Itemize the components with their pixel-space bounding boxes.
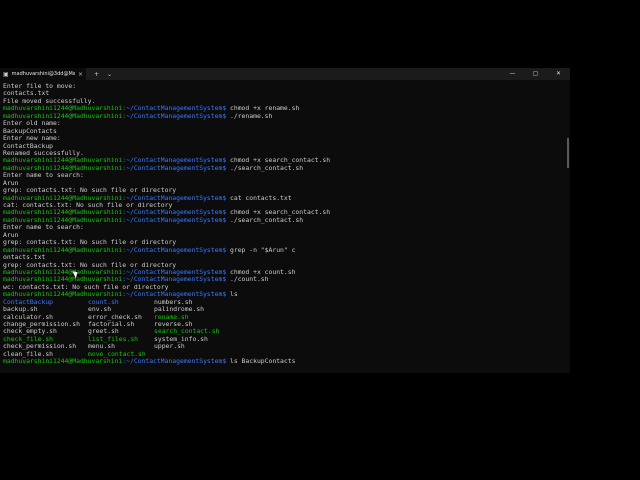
ls-row: calculator.sh error_check.sh rename.sh (3, 313, 562, 321)
tab-title: madhuvarshini@3dd@Madhuv (11, 71, 75, 77)
command-text: ./search_contact.sh (226, 215, 304, 224)
command-line: madhuvarshini1244@Madhuvarshini:~/Contac… (3, 111, 562, 120)
output-line: Enter name to search: (3, 223, 84, 232)
ls-row: check_permission.sh menu.sh upper.sh (3, 342, 562, 351)
command-line: madhuvarshini1244@Madhuvarshini:~/Contac… (3, 291, 562, 298)
terminal-window: ▣ madhuvarshini@3dd@Madhuv × + ⌄ — ▢ ✕ E… (0, 68, 570, 373)
command-text: ./search_contact.sh (226, 163, 304, 172)
output-line: BackupContacts (3, 126, 57, 135)
new-tab-button[interactable]: + (94, 71, 99, 78)
command-line: madhuvarshini1244@Madhuvarshini:~/Contac… (3, 245, 562, 254)
output-line: Enter new name: (3, 134, 61, 143)
scrollbar[interactable] (567, 138, 569, 168)
output-line: Enter file to move: (3, 82, 77, 90)
command-text: ls (226, 290, 238, 299)
prompt-path: :~/ContactManagementSystem$ (122, 215, 227, 224)
terminal-output[interactable]: Enter file to move: contacts.txt File move… (3, 82, 562, 366)
ls-row: ContactBackup count.sh numbers.sh (3, 298, 562, 306)
prompt-path: :~/ContactManagementSystem$ (122, 163, 227, 172)
ls-row: change_permission.sh factorial.sh reverse.… (3, 320, 562, 328)
output-line: ContactBackup (3, 141, 54, 150)
window-controls: — ▢ ✕ (501, 68, 570, 80)
output-line: Enter name to search: (3, 171, 84, 180)
command-text: ls BackupContacts (226, 357, 296, 366)
ls-row: check_empty.sh greet.sh search_contact.sh (3, 327, 562, 335)
prompt-user: madhuvarshini1244@Madhuvarshini (3, 357, 123, 366)
prompt-path: :~/ContactManagementSystem$ (122, 245, 227, 254)
command-text: ./count.sh (226, 275, 269, 284)
title-bar: ▣ madhuvarshini@3dd@Madhuv × + ⌄ — ▢ ✕ (0, 68, 570, 80)
command-line: madhuvarshini1244@Madhuvarshini:~/Contac… (3, 163, 562, 172)
output-line: Enter old name: (3, 119, 61, 128)
ls-row: backup.sh env.sh palindrome.sh (3, 305, 562, 313)
minimize-button[interactable]: — (501, 68, 524, 80)
terminal-icon: ▣ (3, 70, 9, 78)
prompt-path: :~/ContactManagementSystem$ (122, 357, 227, 366)
prompt-path: :~/ContactManagementSystem$ (122, 111, 227, 120)
tab-close-icon[interactable]: × (78, 71, 83, 78)
command-text: grep -n "$Arun" c (226, 245, 296, 254)
close-button[interactable]: ✕ (547, 68, 570, 80)
maximize-button[interactable]: ▢ (524, 68, 547, 80)
terminal-tab[interactable]: ▣ madhuvarshini@3dd@Madhuv × (0, 68, 86, 80)
tab-dropdown-button[interactable]: ⌄ (107, 71, 112, 78)
ls-entry: upper.sh (154, 342, 185, 351)
command-text: ./rename.sh (226, 111, 273, 120)
command-line: madhuvarshini1244@Madhuvarshini:~/Contac… (3, 215, 562, 224)
command-text: cat contacts.txt (226, 193, 292, 202)
command-line: madhuvarshini1244@Madhuvarshini:~/Contac… (3, 357, 562, 366)
ls-row: check_file.sh list_files.sh system_info.sh (3, 335, 562, 343)
